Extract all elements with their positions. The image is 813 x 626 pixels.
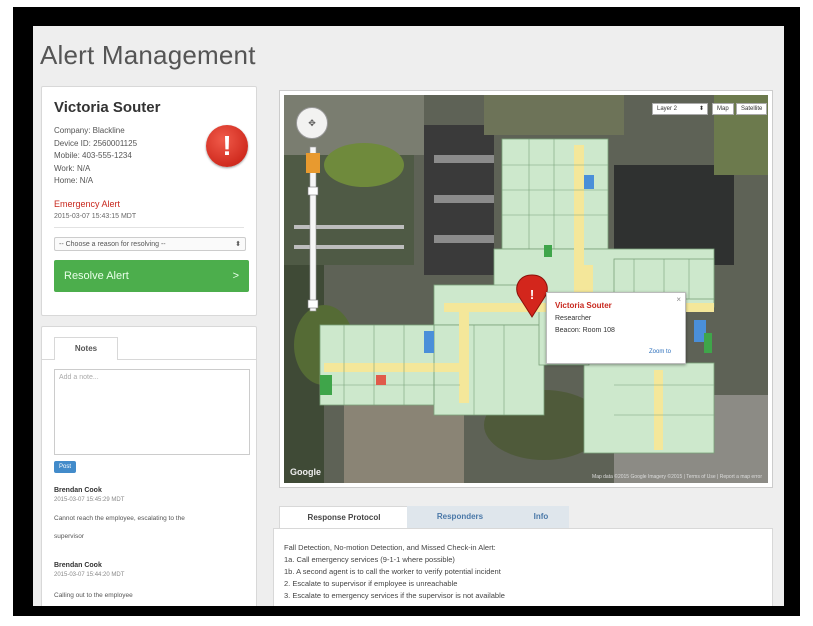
mobile-text: Mobile: 403-555-1234 bbox=[54, 151, 132, 160]
chevron-down-icon: ⬍ bbox=[698, 106, 704, 112]
employee-card: Victoria Souter Company: Blackline Devic… bbox=[41, 86, 257, 316]
divider bbox=[54, 227, 244, 228]
page-title: Alert Management bbox=[40, 40, 256, 70]
protocol-line: 1a. Call emergency services (9-1-1 where… bbox=[284, 555, 455, 564]
map-container: ! ✥ Layer 2 ⬍ Map Satellite × Victoria S… bbox=[279, 90, 773, 488]
company-text: Company: Blackline bbox=[54, 126, 125, 135]
notes-panel: Notes Add a note... Post Brendan Cook 20… bbox=[41, 326, 257, 606]
employee-info: Company: Blackline Device ID: 2560001125… bbox=[54, 125, 137, 188]
note-text-cont: supervisor bbox=[54, 533, 84, 540]
app-screen: Alert Management Victoria Souter Company… bbox=[33, 26, 784, 606]
chevron-right-icon: > bbox=[232, 270, 239, 282]
resolve-reason-value: -- Choose a reason for resolving -- bbox=[59, 241, 166, 248]
protocol-line: Fall Detection, No-motion Detection, and… bbox=[284, 543, 496, 552]
map-type-map-button[interactable]: Map bbox=[712, 103, 734, 115]
resolve-reason-select[interactable]: -- Choose a reason for resolving -- ⬍ bbox=[54, 237, 246, 251]
tab-notes[interactable]: Notes bbox=[54, 337, 118, 360]
alert-exclamation-icon: ! bbox=[206, 125, 248, 167]
note-author: Brendan Cook bbox=[54, 562, 102, 569]
svg-text:!: ! bbox=[530, 287, 534, 302]
emergency-alert-time: 2015-03-07 15:43:15 MDT bbox=[54, 213, 137, 220]
post-note-button[interactable]: Post bbox=[54, 461, 76, 473]
protocol-tabs: Response Protocol Responders Info bbox=[279, 506, 579, 529]
note-time: 2015-03-07 15:45:29 MDT bbox=[54, 497, 125, 503]
google-logo: Google bbox=[290, 467, 321, 477]
note-author: Brendan Cook bbox=[54, 487, 102, 494]
tab-info[interactable]: Info bbox=[513, 506, 569, 528]
device-id-text: Device ID: 2560001125 bbox=[54, 138, 138, 148]
note-text: Cannot reach the employee, escalating to… bbox=[54, 515, 185, 522]
response-protocol-panel: Fall Detection, No-motion Detection, and… bbox=[273, 528, 773, 606]
floor-plan-map[interactable]: ! ✥ Layer 2 ⬍ Map Satellite × Victoria S… bbox=[284, 95, 768, 483]
tab-responders[interactable]: Responders bbox=[407, 506, 513, 528]
protocol-line: 2. Escalate to supervisor if employee is… bbox=[284, 579, 458, 588]
close-icon[interactable]: × bbox=[676, 295, 681, 304]
note-time: 2015-03-07 15:44:20 MDT bbox=[54, 572, 125, 578]
protocol-line: 1b. A second agent is to call the worker… bbox=[284, 567, 501, 576]
select-chevron-icon: ⬍ bbox=[235, 241, 241, 248]
layer-select-value: Layer 2 bbox=[657, 106, 678, 112]
zoom-to-link[interactable]: Zoom to bbox=[649, 349, 671, 355]
map-attribution[interactable]: Map data ©2015 Google Imagery ©2015 | Te… bbox=[592, 474, 762, 480]
pan-control-icon[interactable]: ✥ bbox=[296, 107, 328, 139]
home-text: Home: N/A bbox=[54, 176, 94, 185]
employee-location-popup: × Victoria Souter Researcher Beacon: Roo… bbox=[546, 292, 686, 364]
popup-name: Victoria Souter bbox=[555, 301, 612, 310]
tab-response-protocol[interactable]: Response Protocol bbox=[279, 506, 409, 529]
note-text: Calling out to the employee bbox=[54, 592, 133, 599]
satellite-floorplan-graphic: ! bbox=[284, 95, 768, 483]
popup-location: Beacon: Room 108 bbox=[555, 327, 615, 334]
resolve-alert-button[interactable]: Resolve Alert > bbox=[54, 260, 249, 292]
note-input[interactable]: Add a note... bbox=[54, 369, 250, 455]
emergency-alert-title: Emergency Alert bbox=[54, 199, 121, 209]
employee-name: Victoria Souter bbox=[54, 99, 161, 116]
work-text: Work: N/A bbox=[54, 163, 91, 173]
resolve-alert-label: Resolve Alert bbox=[64, 270, 129, 282]
map-type-satellite-button[interactable]: Satellite bbox=[736, 103, 768, 115]
popup-role: Researcher bbox=[555, 315, 592, 322]
protocol-line: 3. Escalate to emergency services if the… bbox=[284, 591, 505, 600]
layer-select[interactable]: Layer 2 ⬍ bbox=[652, 103, 708, 115]
